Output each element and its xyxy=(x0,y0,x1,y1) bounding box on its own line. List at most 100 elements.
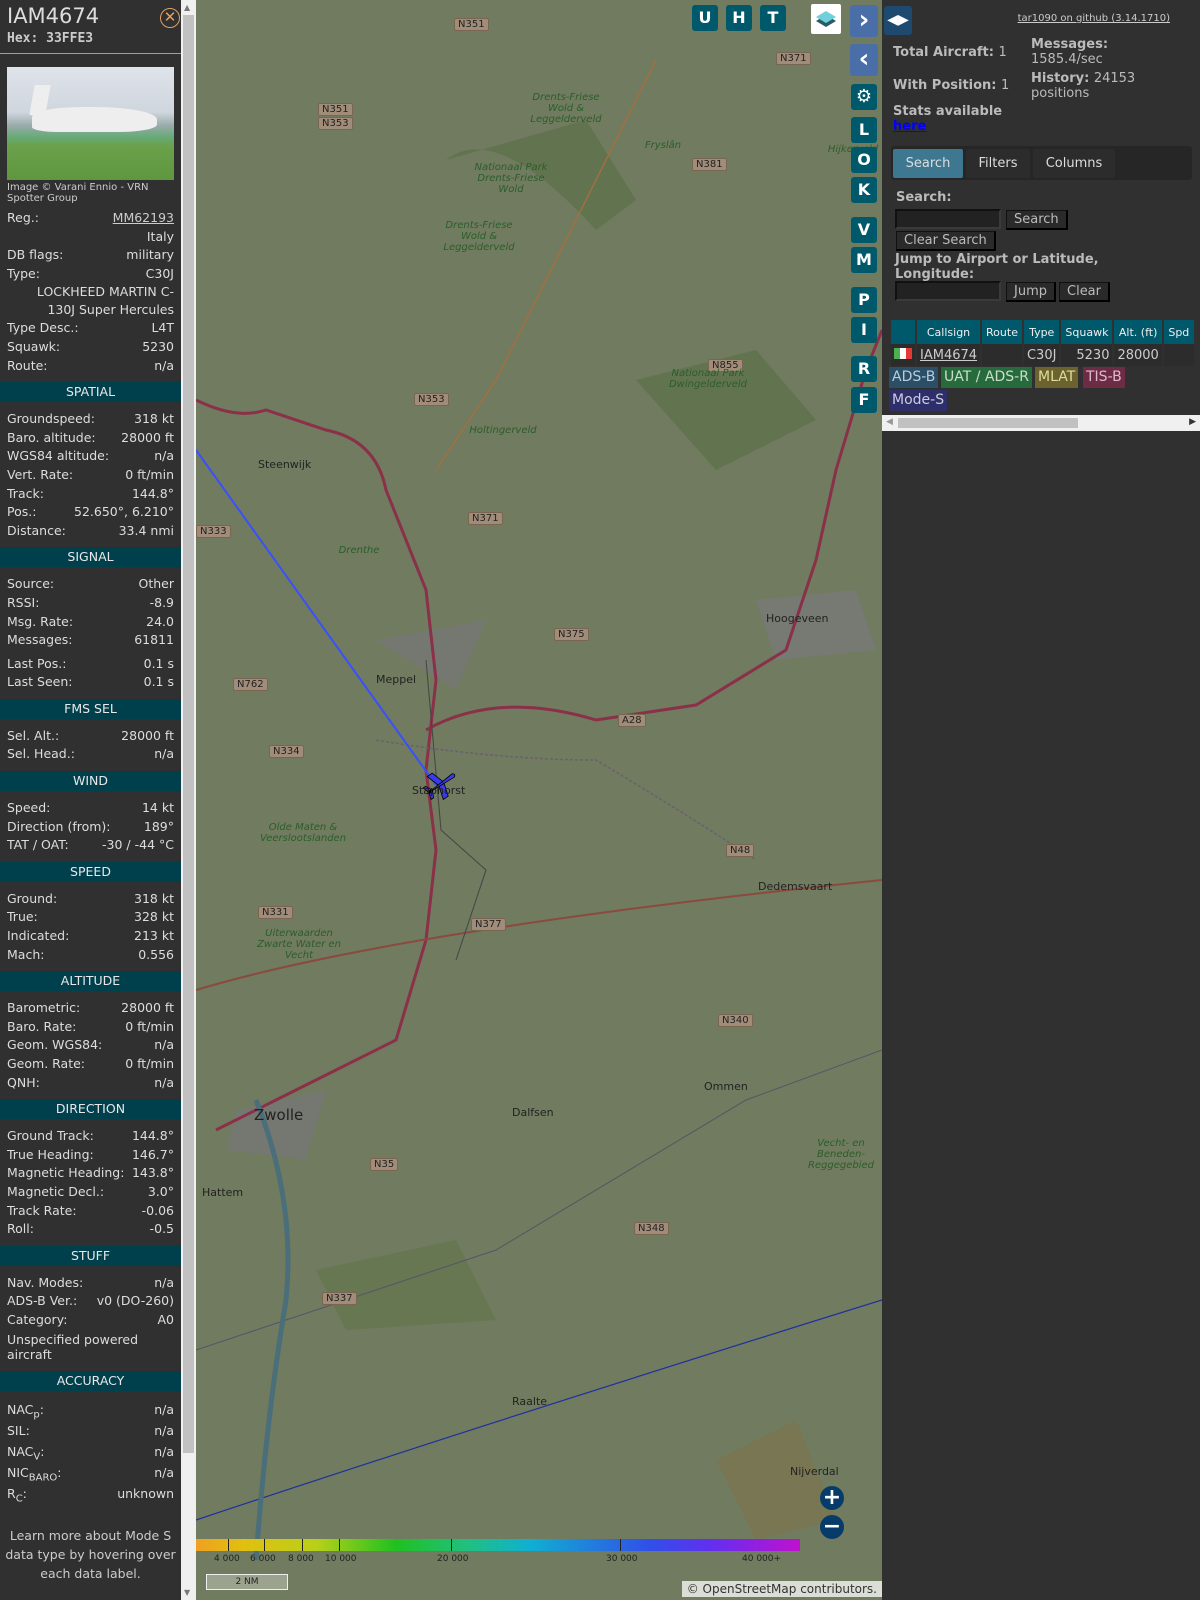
github-link[interactable]: tar1090 on github (3.14.1710) xyxy=(1018,13,1170,24)
table-horizontal-scrollbar[interactable]: ◀ ▶ xyxy=(882,415,1200,431)
map[interactable]: N351 N351 N353 N371 N381 Drents-Friese Wold &… xyxy=(196,0,882,1600)
data-label: Magnetic Heading: xyxy=(7,1165,125,1181)
column-header-flag[interactable] xyxy=(891,320,915,344)
map-button-l[interactable]: L xyxy=(851,117,877,143)
tab-filters[interactable]: Filters xyxy=(966,149,1030,178)
detail-row: Italy xyxy=(0,228,181,247)
left-panel-scrollbar[interactable]: ▲ ▼ xyxy=(181,0,196,1600)
column-header-altft[interactable]: Alt. (ft) xyxy=(1114,320,1162,344)
callsign-link[interactable]: IAM4674 xyxy=(920,348,977,363)
column-header-squawk[interactable]: Squawk xyxy=(1061,320,1113,344)
data-value: 328 kt xyxy=(134,909,174,925)
section-header-signal: SIGNAL xyxy=(0,547,181,568)
data-label: Baro. Rate: xyxy=(7,1018,77,1034)
data-label: Geom. Rate: xyxy=(7,1056,86,1071)
data-label: Msg. Rate: xyxy=(7,613,74,629)
place-label: Ommen xyxy=(704,1080,748,1093)
search-button[interactable]: Search xyxy=(1006,210,1068,230)
data-label: Sel. Alt.: xyxy=(7,727,60,743)
jump-input[interactable] xyxy=(895,281,1001,301)
data-row: Speed: 14 kt xyxy=(0,799,181,818)
data-label: Indicated: xyxy=(7,928,70,944)
place-label: Staphorst xyxy=(412,784,466,797)
flag-italy-icon xyxy=(891,344,915,366)
map-button-p[interactable]: P xyxy=(851,287,877,313)
section-header-spatial: SPATIAL xyxy=(0,382,181,403)
data-row: Last Pos.: 0.1 s xyxy=(0,655,181,674)
map-button-r[interactable]: R xyxy=(851,356,877,382)
zoom-out-button[interactable]: − xyxy=(820,1515,844,1539)
aircraft-info-panel: IAM4674 Hex: 33FFE3 ✕ Image © Varani Enn… xyxy=(0,0,181,1600)
road-shield: N35 xyxy=(370,1158,399,1171)
cell-callsign[interactable]: IAM4674 xyxy=(917,344,981,366)
park-label: Drents-Friese Wold & Leggelderveld xyxy=(443,220,515,253)
map-button-f[interactable]: F xyxy=(851,387,877,413)
data-row: Messages: 61811 xyxy=(0,631,181,650)
data-row: Distance: 33.4 nmi xyxy=(0,522,181,541)
messages-rate: Messages: 1585.4/sec xyxy=(1031,37,1108,67)
map-button-o[interactable]: O xyxy=(851,147,877,173)
clear-search-button[interactable]: Clear Search xyxy=(896,231,996,251)
registration-link[interactable]: MM62193 xyxy=(113,209,174,228)
data-label: QNH: xyxy=(7,1074,40,1090)
data-label: Pos.: xyxy=(7,504,37,520)
label-colon: : xyxy=(57,1464,62,1480)
place-label: Hoogeveen xyxy=(766,612,829,625)
zoom-in-button[interactable]: + xyxy=(820,1486,844,1510)
map-button-u[interactable]: U xyxy=(692,5,718,31)
data-value: n/a xyxy=(154,1401,174,1417)
chevron-right-icon[interactable]: › xyxy=(850,5,878,37)
settings-gear-icon[interactable]: ⚙ xyxy=(851,84,877,110)
detail-row: Type: C30J xyxy=(0,265,181,284)
layers-button[interactable] xyxy=(811,4,841,34)
toggle-sidebar-button[interactable]: ◀▶ xyxy=(884,6,912,35)
column-header-callsign[interactable]: Callsign xyxy=(917,320,981,344)
search-input[interactable] xyxy=(895,209,1001,229)
detail-value: 5230 xyxy=(142,338,174,354)
column-header-spd[interactable]: Spd xyxy=(1163,320,1194,344)
map-button-k[interactable]: K xyxy=(851,177,877,203)
data-label: Messages: xyxy=(7,632,73,648)
map-button-i[interactable]: I xyxy=(851,317,877,343)
map-button-h[interactable]: H xyxy=(726,5,752,31)
place-label: Dalfsen xyxy=(512,1106,554,1119)
data-value: 213 kt xyxy=(134,928,174,944)
road-shield: N351 xyxy=(318,103,353,116)
data-row: True Heading: 146.7° xyxy=(0,1146,181,1165)
data-value: 52.650°, 6.210° xyxy=(74,504,174,520)
table-row[interactable]: IAM4674 C30J 5230 28000 xyxy=(891,344,1194,366)
section-header-direction: DIRECTION xyxy=(0,1099,181,1120)
column-header-type[interactable]: Type xyxy=(1023,320,1060,344)
data-row: Ground: 318 kt xyxy=(0,890,181,909)
map-button-m[interactable]: M xyxy=(851,247,877,273)
map-button-v[interactable]: V xyxy=(851,217,877,243)
tab-columns[interactable]: Columns xyxy=(1033,149,1115,178)
data-label: True Heading: xyxy=(7,1146,94,1162)
data-row: Geom. Rate: 0 ft/min xyxy=(0,1055,181,1074)
data-value: n/a xyxy=(154,1037,174,1053)
legend-tick xyxy=(228,1539,229,1551)
data-row: Groundspeed: 318 kt xyxy=(0,410,181,429)
park-label: Drents-Friese Wold & Leggelderveld xyxy=(530,92,602,125)
map-button-t[interactable]: T xyxy=(760,5,786,31)
aircraft-photo[interactable] xyxy=(7,67,174,180)
detail-value: C30J xyxy=(145,265,174,281)
tab-search[interactable]: Search xyxy=(893,149,963,178)
column-header-route[interactable]: Route xyxy=(982,320,1022,344)
road-shield: N377 xyxy=(471,918,506,931)
park-label: Drenthe xyxy=(860,810,882,821)
category-description: Unspecified powered aircraft xyxy=(7,1331,139,1362)
data-row: Msg. Rate: 24.0 xyxy=(0,613,181,632)
data-value: 14 kt xyxy=(141,800,174,816)
road-shield: N333 xyxy=(196,525,231,538)
stats-link[interactable]: here xyxy=(893,119,926,134)
data-row: Magnetic Decl.: 3.0° xyxy=(0,1183,181,1202)
jump-button[interactable]: Jump xyxy=(1006,282,1056,302)
clear-button[interactable]: Clear xyxy=(1059,282,1110,302)
chevron-left-icon[interactable]: ‹ xyxy=(850,44,878,76)
attribution-suffix: contributors. xyxy=(796,1582,877,1596)
osm-link[interactable]: OpenStreetMap xyxy=(703,1582,797,1596)
close-icon[interactable]: ✕ xyxy=(160,8,180,28)
road-shield: N48 xyxy=(726,844,755,857)
data-value: 0 ft/min xyxy=(125,1018,174,1034)
